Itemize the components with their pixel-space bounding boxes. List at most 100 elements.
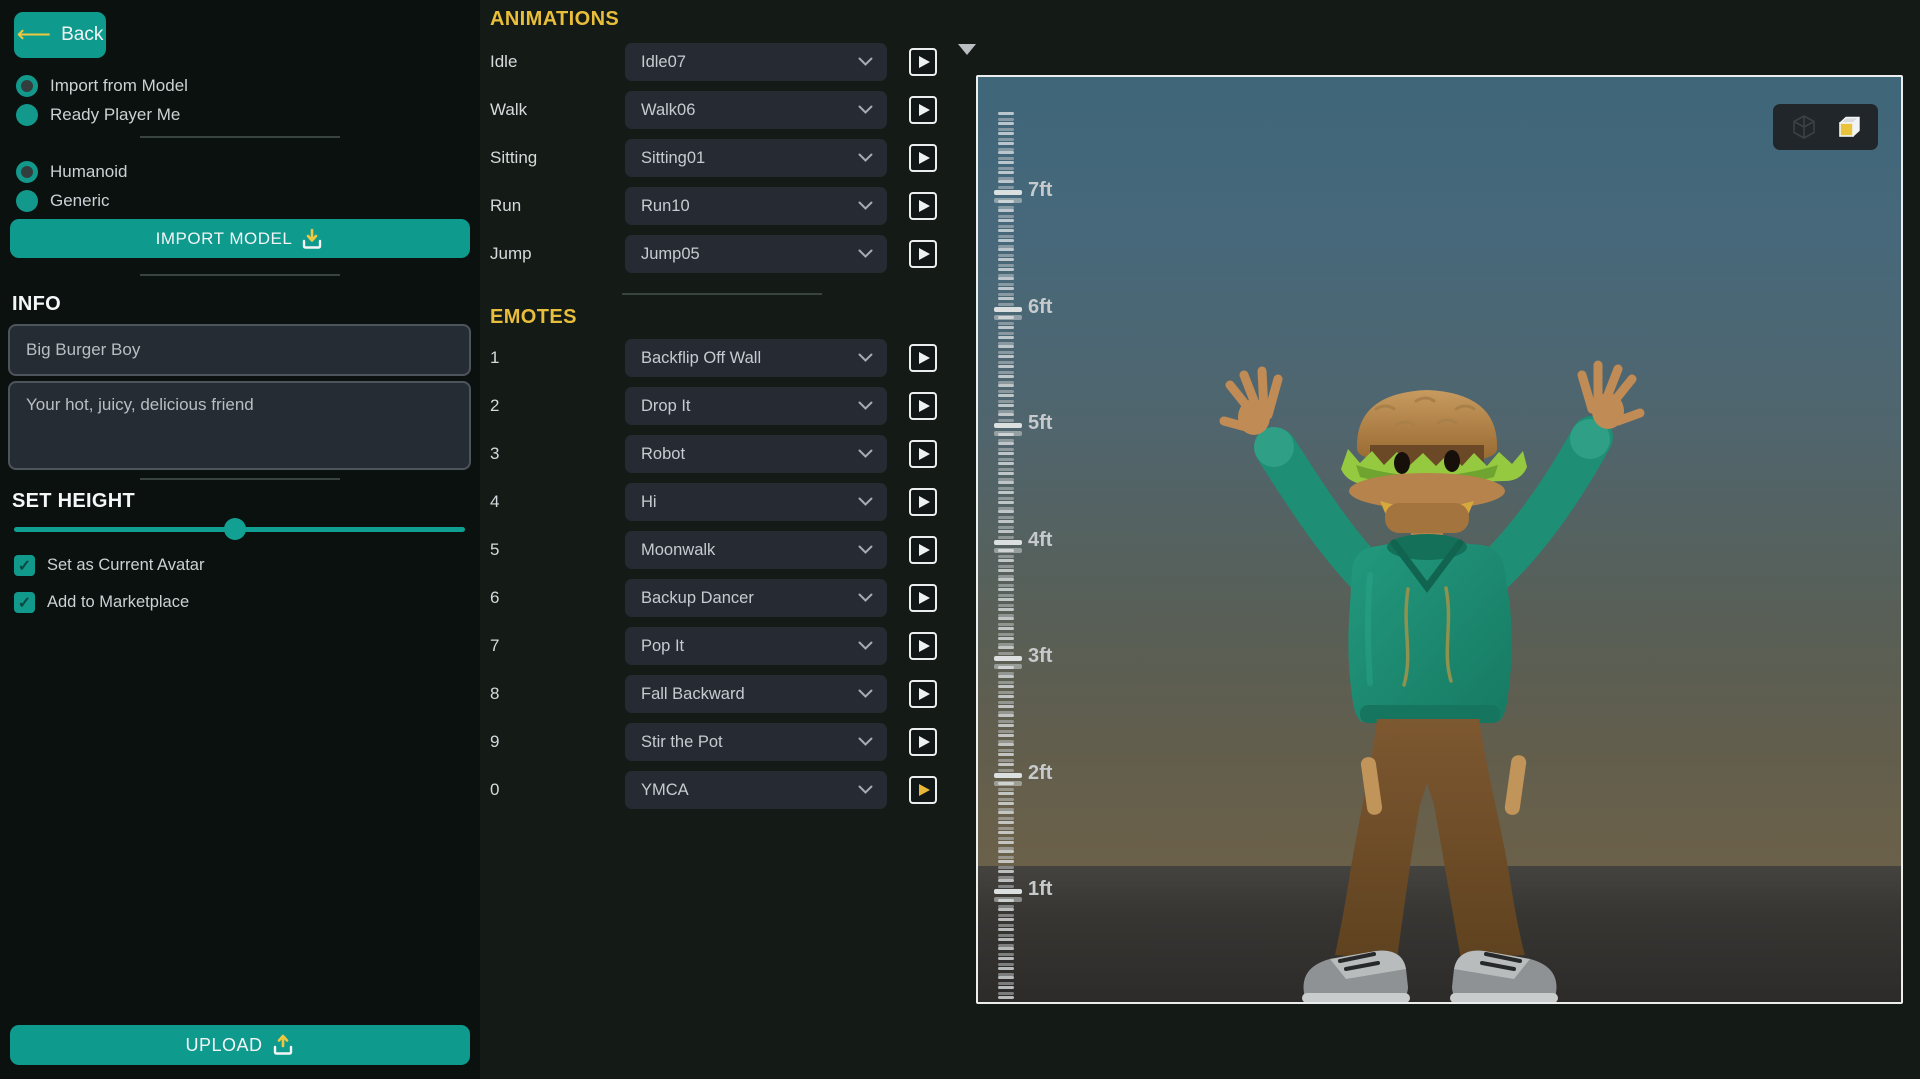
- emote-label: 0: [490, 780, 625, 800]
- emote-rows: 1Backflip Off Wall2Drop It3Robot4Hi5Moon…: [490, 339, 960, 809]
- chevron-down-icon: [858, 53, 873, 71]
- checkbox-row[interactable]: ✓Set as Current Avatar: [14, 555, 204, 576]
- animation-row: SittingSitting01: [490, 139, 960, 177]
- ruler-minor-tick: [998, 209, 1014, 212]
- collapse-panel-triangle-icon[interactable]: [958, 44, 976, 55]
- ruler-minor-tick: [998, 705, 1014, 708]
- ruler-minor-tick: [998, 375, 1014, 378]
- rig-type-option[interactable]: Generic: [16, 189, 128, 212]
- back-button[interactable]: ⟵ Back: [14, 12, 106, 58]
- ruler-minor-tick: [998, 782, 1014, 785]
- ruler-minor-tick: [998, 860, 1014, 863]
- ruler-foot-label: 2ft: [1028, 762, 1052, 785]
- play-emote-button[interactable]: [909, 728, 937, 756]
- play-icon: [919, 448, 930, 460]
- emote-dropdown[interactable]: Fall Backward: [625, 675, 887, 713]
- checkbox-checked[interactable]: ✓: [14, 555, 35, 576]
- avatar-name-input[interactable]: [8, 324, 471, 376]
- emote-dropdown[interactable]: Backflip Off Wall: [625, 339, 887, 377]
- chevron-down-icon: [858, 541, 873, 559]
- play-animation-button[interactable]: [909, 192, 937, 220]
- ruler-minor-tick: [998, 472, 1014, 475]
- chevron-down-icon: [858, 101, 873, 119]
- ruler-minor-tick: [998, 394, 1014, 397]
- avatar-hoodie: [1348, 534, 1511, 723]
- import-model-button[interactable]: IMPORT MODEL: [10, 219, 470, 258]
- play-emote-button[interactable]: [909, 440, 937, 468]
- play-emote-button[interactable]: [909, 536, 937, 564]
- animation-dropdown[interactable]: Sitting01: [625, 139, 887, 177]
- play-emote-button[interactable]: [909, 344, 937, 372]
- play-emote-button[interactable]: [909, 632, 937, 660]
- height-ruler: 7ft6ft5ft4ft3ft2ft1ft: [986, 77, 1081, 1002]
- play-animation-button[interactable]: [909, 48, 937, 76]
- rig-type-radio-selected[interactable]: [16, 161, 38, 183]
- animation-dropdown[interactable]: Idle07: [625, 43, 887, 81]
- play-icon: [919, 592, 930, 604]
- ruler-minor-tick: [998, 763, 1014, 766]
- emote-dropdown[interactable]: Backup Dancer: [625, 579, 887, 617]
- height-slider-thumb[interactable]: [224, 518, 246, 540]
- download-icon: [300, 228, 324, 250]
- play-emote-button[interactable]: [909, 680, 937, 708]
- rig-type-radio[interactable]: [16, 190, 38, 212]
- animation-dropdown-value: Idle07: [641, 53, 858, 72]
- chevron-down-icon: [858, 589, 873, 607]
- avatar-burger-head: [1341, 390, 1527, 533]
- ruler-major-tick: [994, 540, 1022, 545]
- height-slider[interactable]: [14, 517, 465, 541]
- play-emote-button[interactable]: [909, 488, 937, 516]
- emote-dropdown[interactable]: Stir the Pot: [625, 723, 887, 761]
- play-emote-button[interactable]: [909, 584, 937, 612]
- ruler-minor-tick: [998, 122, 1014, 125]
- emote-dropdown[interactable]: Moonwalk: [625, 531, 887, 569]
- animation-dropdown[interactable]: Jump05: [625, 235, 887, 273]
- play-emote-button[interactable]: [909, 392, 937, 420]
- ruler-minor-tick: [998, 743, 1014, 746]
- avatar-description-input[interactable]: Your hot, juicy, delicious friend: [8, 381, 471, 470]
- play-icon: [919, 640, 930, 652]
- play-animation-button[interactable]: [909, 144, 937, 172]
- import-model-label: IMPORT MODEL: [156, 229, 293, 249]
- ruler-minor-tick: [998, 734, 1014, 737]
- play-emote-button[interactable]: [909, 776, 937, 804]
- play-animation-button[interactable]: [909, 96, 937, 124]
- emote-dropdown-value: Fall Backward: [641, 685, 858, 704]
- ruler-minor-tick: [998, 831, 1014, 834]
- model-source-option[interactable]: Import from Model: [16, 74, 188, 97]
- animation-dropdown[interactable]: Walk06: [625, 91, 887, 129]
- ruler-minor-tick: [998, 258, 1014, 261]
- emote-dropdown[interactable]: Hi: [625, 483, 887, 521]
- play-animation-button[interactable]: [909, 240, 937, 268]
- animations-heading: ANIMATIONS: [490, 8, 960, 31]
- emote-dropdown[interactable]: YMCA: [625, 771, 887, 809]
- checkbox-checked[interactable]: ✓: [14, 592, 35, 613]
- model-source-option[interactable]: Ready Player Me: [16, 103, 188, 126]
- solid-cube-icon[interactable]: [1835, 114, 1861, 140]
- play-icon: [919, 496, 930, 508]
- animation-dropdown[interactable]: Run10: [625, 187, 887, 225]
- burger-boy-avatar: [1180, 353, 1680, 1003]
- checkbox-row[interactable]: ✓Add to Marketplace: [14, 592, 204, 613]
- rig-type-option[interactable]: Humanoid: [16, 160, 128, 183]
- ruler-minor-tick: [998, 142, 1014, 145]
- emote-row: 7Pop It: [490, 627, 960, 665]
- ruler-minor-tick: [998, 229, 1014, 232]
- model-source-radio-selected[interactable]: [16, 75, 38, 97]
- emote-dropdown[interactable]: Robot: [625, 435, 887, 473]
- model-source-label: Ready Player Me: [50, 105, 180, 125]
- ruler-minor-tick: [998, 316, 1014, 319]
- upload-button[interactable]: UPLOAD: [10, 1025, 470, 1065]
- wireframe-cube-icon[interactable]: [1791, 114, 1817, 140]
- model-source-label: Import from Model: [50, 76, 188, 96]
- avatar-3d-viewport[interactable]: 7ft6ft5ft4ft3ft2ft1ft: [976, 75, 1903, 1004]
- emote-dropdown[interactable]: Pop It: [625, 627, 887, 665]
- ruler-minor-tick: [998, 617, 1014, 620]
- emote-dropdown[interactable]: Drop It: [625, 387, 887, 425]
- model-source-radio[interactable]: [16, 104, 38, 126]
- ruler-minor-tick: [998, 685, 1014, 688]
- ruler-minor-tick: [998, 287, 1014, 290]
- upload-button-label: UPLOAD: [185, 1035, 262, 1056]
- emote-label: 8: [490, 684, 625, 704]
- ruler-minor-tick: [998, 986, 1014, 989]
